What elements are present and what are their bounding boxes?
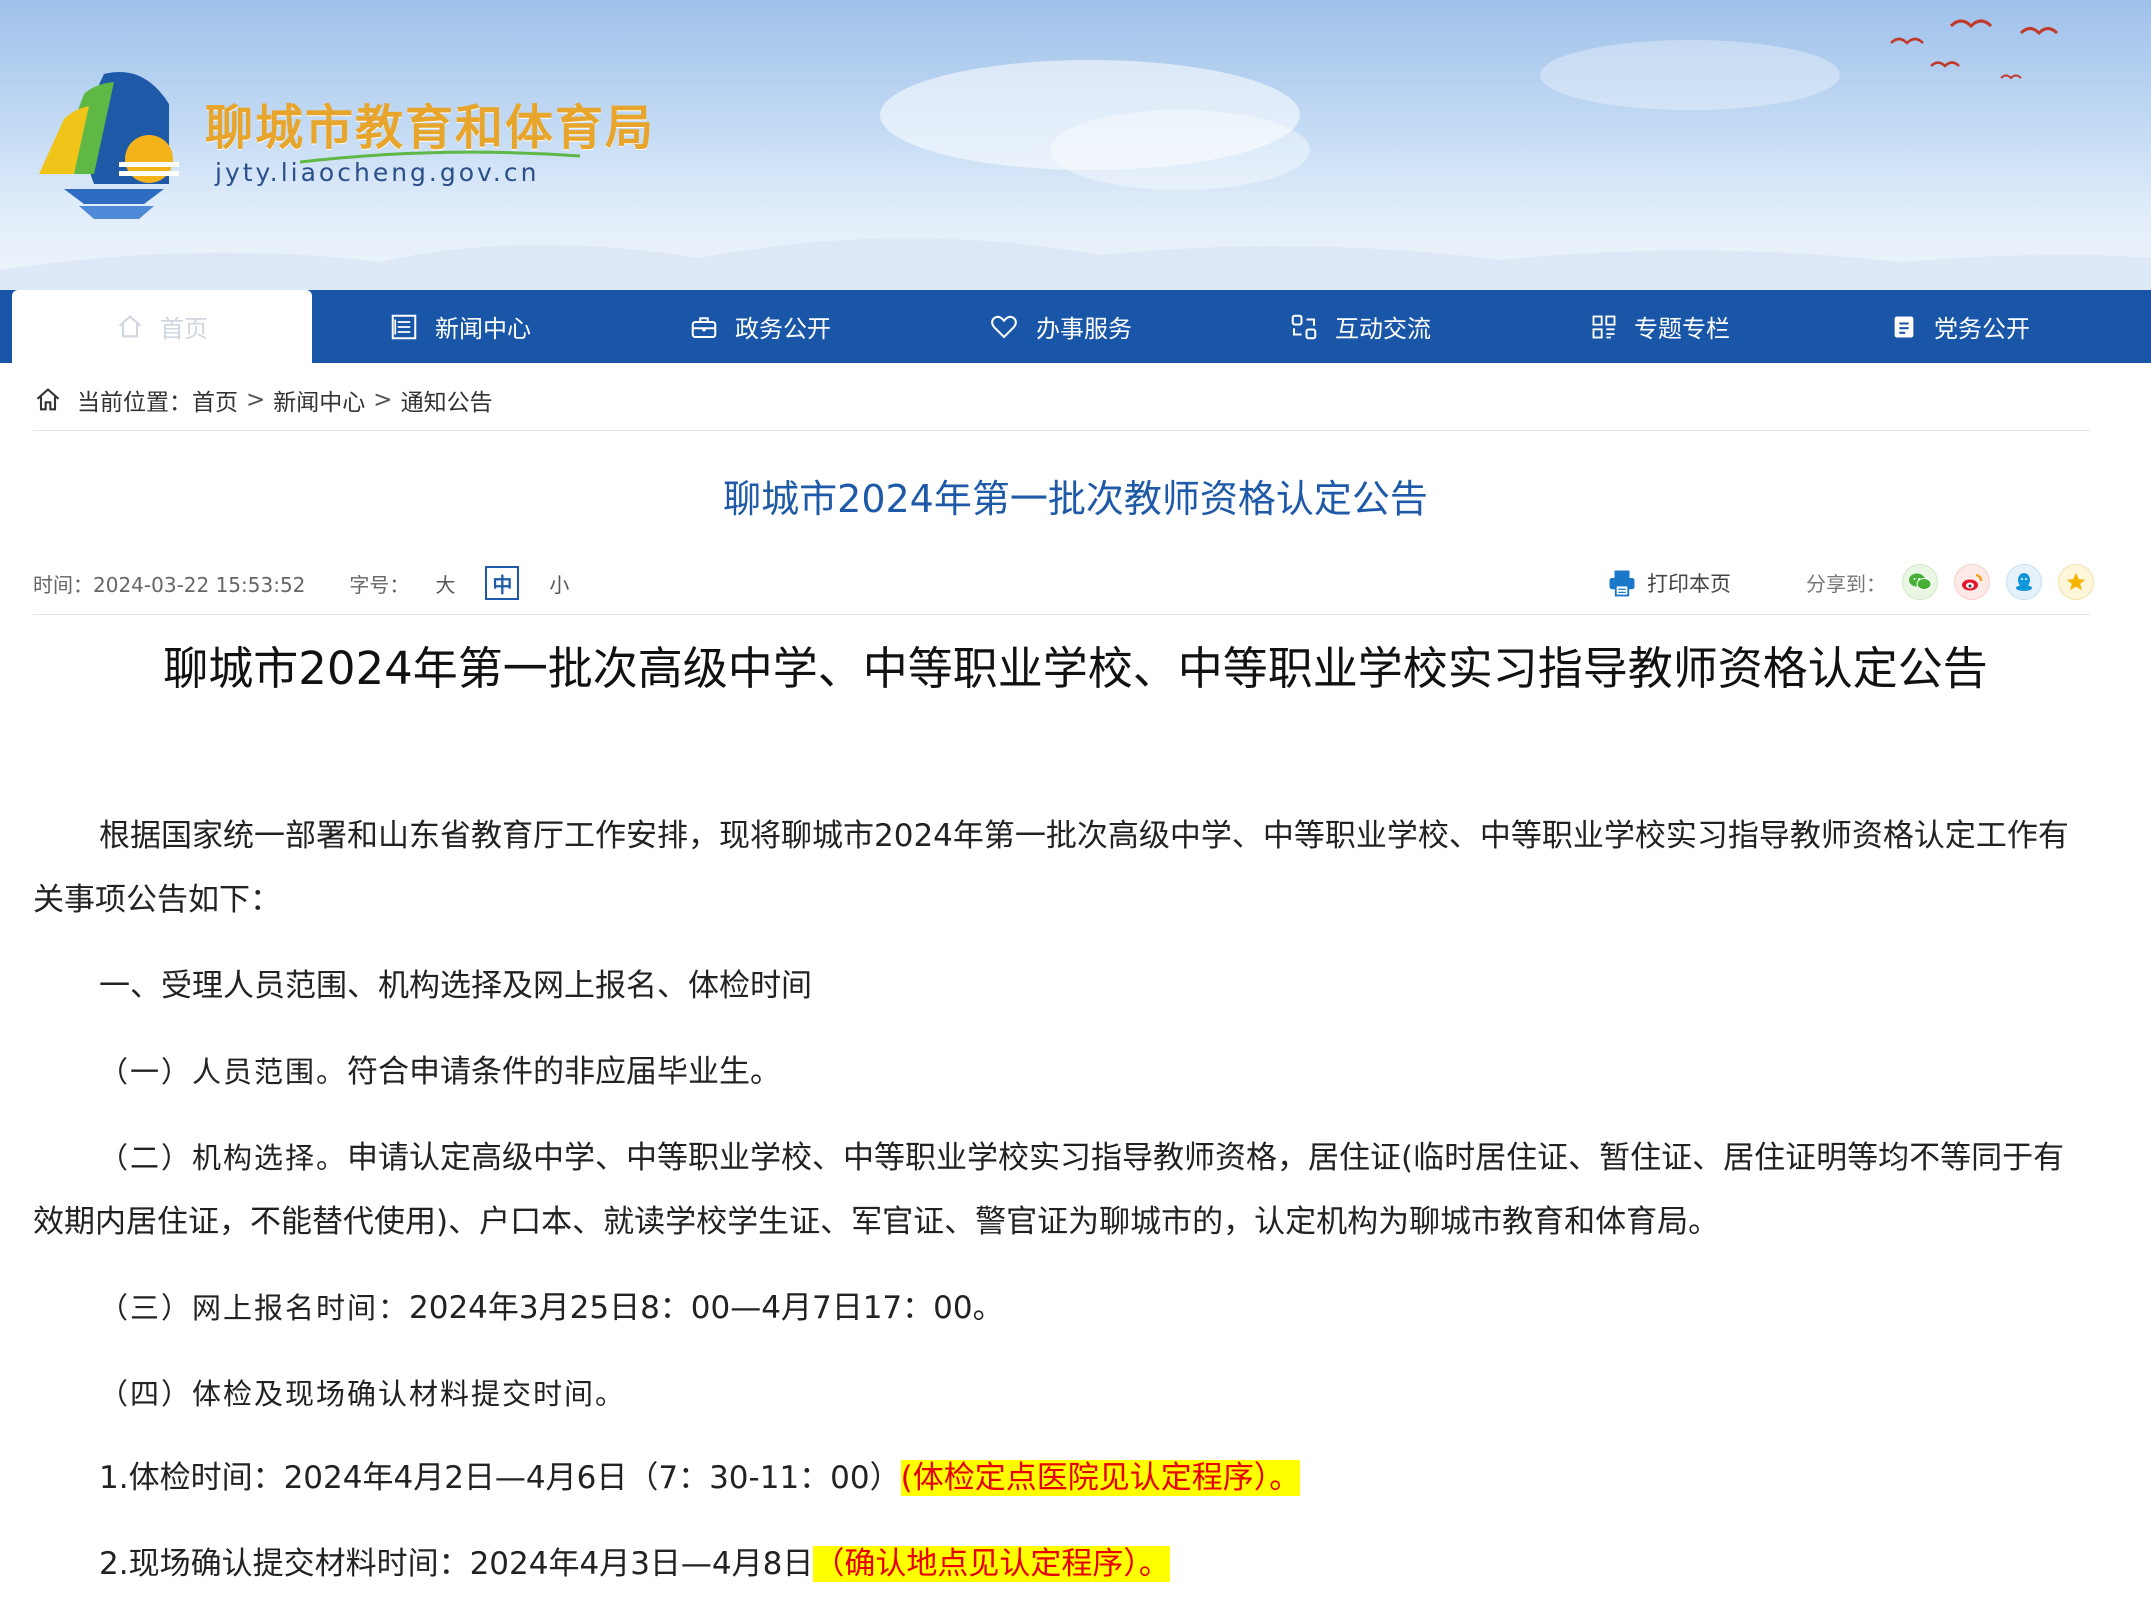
grid-icon [1590, 313, 1618, 341]
breadcrumb: 当前位置： 首页 > 新闻中心 > 通知公告 [33, 380, 493, 420]
article-line-2: 2.现场确认提交材料时间：2024年4月3日—4月8日（确认地点见认定程序）。 [33, 1532, 2093, 1596]
article-item-4: （四）体检及现场确认材料提交时间。 [33, 1362, 2093, 1426]
clipboard-icon [1890, 313, 1918, 341]
item2-label: （二）机构选择。 [99, 1141, 348, 1175]
font-size-large-button[interactable]: 大 [435, 569, 455, 598]
nav-item-special-topics[interactable]: 专题专栏 [1510, 290, 1810, 363]
divider [33, 614, 2090, 615]
font-size-small-button[interactable]: 小 [549, 569, 569, 598]
nav-item-label: 办事服务 [1036, 315, 1132, 343]
exchange-icon [1289, 312, 1319, 342]
nav-item-label: 新闻中心 [435, 315, 531, 343]
nav-item-services[interactable]: 办事服务 [910, 290, 1210, 363]
nav-item-interaction[interactable]: 互动交流 [1210, 290, 1510, 363]
article-line-1: 1.体检时间：2024年4月2日—4月6日（7：30-11：00）(体检定点医院… [33, 1446, 2093, 1510]
weibo-icon[interactable] [1954, 564, 1990, 600]
nav-item-label: 专题专栏 [1634, 315, 1730, 343]
section1-text: 一、受理人员范围、机构选择及网上报名、体检时间 [99, 968, 812, 1004]
header-banner: 聊城市教育和体育局 jyty.liaocheng.gov.cn [0, 0, 2151, 290]
home-icon [33, 386, 63, 414]
breadcrumb-news-center-link[interactable]: 新闻中心 [273, 383, 365, 417]
breadcrumb-separator: > [246, 387, 266, 413]
site-url: jyty.liaocheng.gov.cn [215, 158, 540, 187]
article-item-3: （三）网上报名时间：2024年3月25日8：00—4月7日17：00。 [33, 1276, 2093, 1340]
breadcrumb-notices-link[interactable]: 通知公告 [401, 383, 493, 417]
mountain-silhouette [0, 238, 2151, 290]
nav-item-news-center[interactable]: 新闻中心 [310, 290, 610, 363]
line2-highlight: （确认地点见认定程序）。 [813, 1546, 1170, 1582]
cloud-decoration [1540, 40, 1840, 110]
item1-text: 符合申请条件的非应届毕业生。 [347, 1054, 782, 1090]
cloud-decoration [1050, 110, 1310, 190]
intro-text: 根据国家统一部署和山东省教育厅工作安排，现将聊城市2024年第一批次高级中学、中… [33, 818, 2069, 918]
font-size-label: 字号： [349, 572, 410, 597]
nav-item-home[interactable]: 首页 [12, 290, 312, 363]
item4-label: （四）体检及现场确认材料提交时间。 [99, 1377, 627, 1411]
item1-label: （一）人员范围。 [99, 1055, 348, 1089]
article-intro-paragraph: 根据国家统一部署和山东省教育厅工作安排，现将聊城市2024年第一批次高级中学、中… [33, 804, 2093, 932]
article-item-1: （一）人员范围。符合申请条件的非应届毕业生。 [33, 1040, 2093, 1104]
newspaper-icon [389, 312, 419, 342]
share-bar: 分享到： [1806, 563, 2094, 601]
briefcase-icon [689, 312, 719, 342]
line1-highlight: (体检定点医院见认定程序）。 [900, 1460, 1301, 1496]
breadcrumb-separator: > [373, 387, 393, 413]
article-item-2: （二）机构选择。申请认定高级中学、中等职业学校、中等职业学校实习指导教师资格，居… [33, 1126, 2093, 1254]
nav-item-government-affairs[interactable]: 政务公开 [610, 290, 910, 363]
printer-icon [1607, 568, 1637, 598]
font-size-medium-button[interactable]: 中 [485, 566, 520, 600]
nav-item-party-affairs[interactable]: 党务公开 [1810, 290, 2110, 363]
print-label: 打印本页 [1647, 572, 1731, 596]
nav-item-label: 首页 [160, 315, 208, 343]
nav-item-label: 党务公开 [1934, 315, 2030, 343]
publish-time: 时间：2024-03-22 15:53:52 [33, 572, 306, 597]
heart-icon [988, 312, 1020, 342]
breadcrumb-home-link[interactable]: 首页 [192, 383, 238, 417]
bureau-logo [39, 72, 179, 219]
page-title: 聊城市2024年第一批次教师资格认定公告 [723, 477, 1428, 521]
qq-icon[interactable] [2006, 564, 2042, 600]
qzone-icon[interactable] [2058, 564, 2094, 600]
main-nav: 首页 新闻中心 政务公开 办事服务 互动交流 专题专栏 党务公开 [0, 290, 2151, 363]
nav-item-label: 互动交流 [1335, 315, 1431, 343]
home-icon [116, 313, 144, 341]
wechat-icon[interactable] [1902, 564, 1938, 600]
line2-text: 2.现场确认提交材料时间：2024年4月3日—4月8日 [99, 1546, 814, 1582]
share-label: 分享到： [1806, 571, 1886, 596]
breadcrumb-label: 当前位置： [77, 390, 192, 416]
nav-item-label: 政务公开 [735, 315, 831, 343]
article-title: 聊城市2024年第一批次高级中学、中等职业学校、中等职业学校实习指导教师资格认定… [163, 642, 1988, 695]
section-heading: 一、受理人员范围、机构选择及网上报名、体检时间 [33, 954, 2093, 1018]
divider [33, 430, 2090, 431]
item3-text: 2024年3月25日8：00—4月7日17：00。 [409, 1290, 1004, 1326]
print-button[interactable]: 打印本页 [1607, 565, 1731, 601]
birds-decoration [1890, 19, 2059, 80]
article-meta: 时间：2024-03-22 15:53:52 字号： 大 中 小 [33, 565, 569, 601]
line1-text: 1.体检时间：2024年4月2日—4月6日（7：30-11：00） [99, 1460, 901, 1496]
item3-label: （三）网上报名时间： [99, 1291, 410, 1325]
